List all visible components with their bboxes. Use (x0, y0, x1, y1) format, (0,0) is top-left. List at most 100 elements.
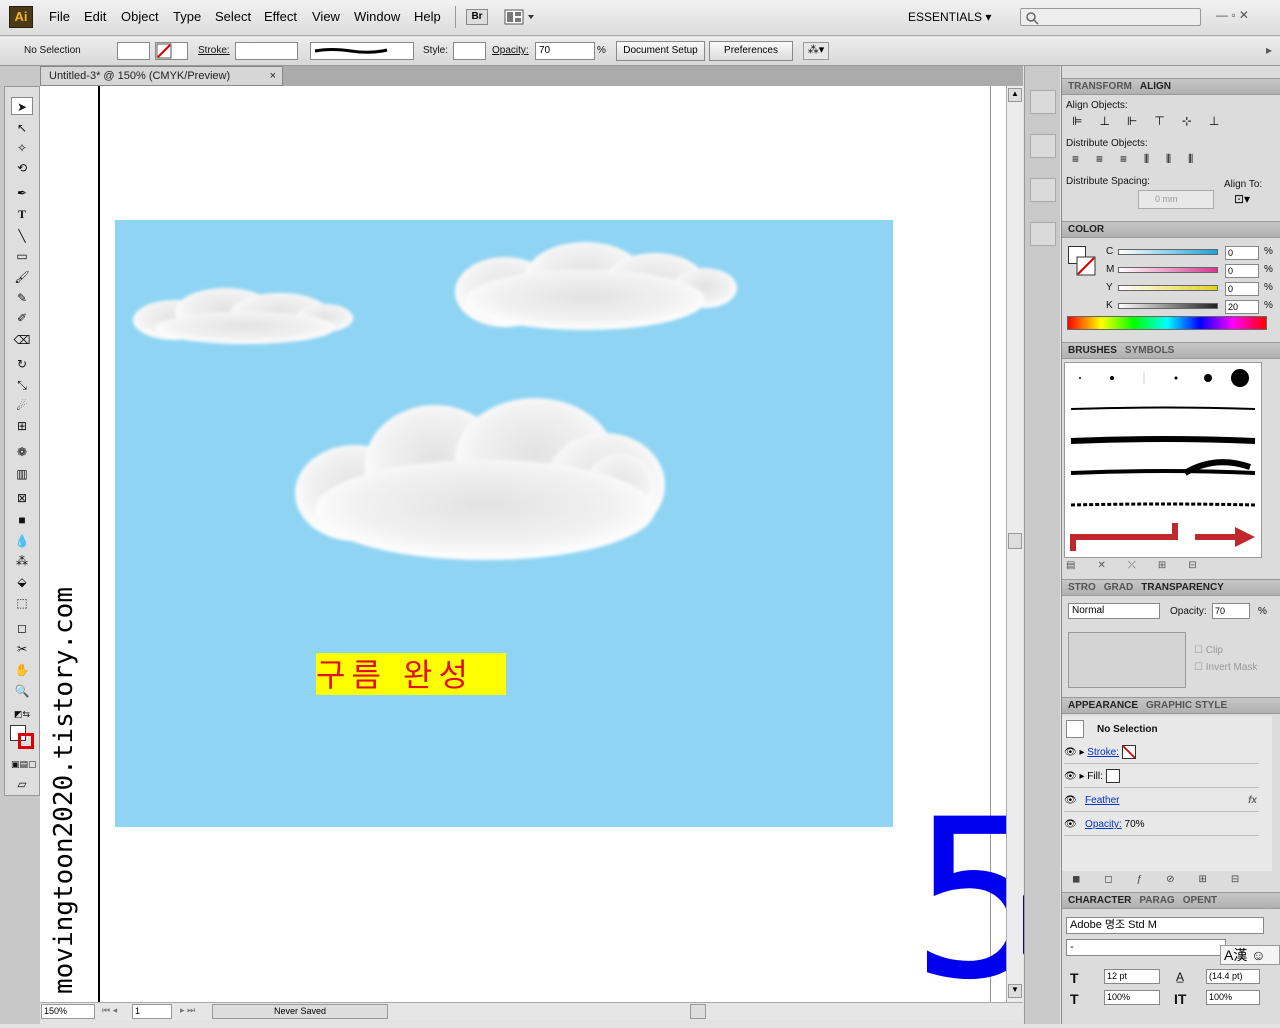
appearance-row-label[interactable]: Stroke: (1087, 747, 1119, 758)
menu-file[interactable]: File (49, 9, 70, 24)
tab-align[interactable]: ALIGN (1140, 79, 1171, 94)
direct-selection-tool-icon[interactable]: ↖ (11, 119, 33, 137)
cloud-complete-label[interactable]: 구름 완성 (316, 650, 506, 696)
layers-panel-icon[interactable] (1030, 222, 1056, 246)
appearance-panel-header[interactable]: APPEARANCE GRAPHIC STYLE (1062, 697, 1280, 714)
save-status[interactable]: Never Saved (212, 1004, 388, 1019)
symbol-sprayer-tool-icon[interactable]: ❁ (11, 443, 33, 461)
line-tool-icon[interactable]: ╲ (11, 227, 33, 245)
color-channel-k-field[interactable]: 20 (1225, 300, 1259, 314)
close-tab-icon[interactable]: × (270, 67, 276, 85)
spacing-field[interactable]: 0 mm (1138, 190, 1214, 209)
invert-mask-checkbox[interactable]: ☐ Invert Mask (1194, 662, 1257, 673)
pathfinder-panel-icon[interactable] (1030, 134, 1056, 158)
warp-tool-icon[interactable]: ☄ (11, 397, 33, 415)
menu-select[interactable]: Select (215, 9, 251, 24)
column-graph-tool-icon[interactable]: ▥ (11, 465, 33, 483)
next-artboard-icon[interactable]: ▸ ⏭ (180, 1005, 195, 1016)
tab-transform[interactable]: TRANSFORM (1068, 79, 1132, 94)
selection-tool-icon[interactable]: ➤ (11, 97, 33, 115)
first-artboard-icon[interactable]: ⏮ ◂ (102, 1005, 117, 1016)
brushes-panel-header[interactable]: BRUSHES SYMBOLS (1062, 342, 1280, 359)
tab-symbols[interactable]: SYMBOLS (1125, 343, 1174, 358)
appearance-row-fill[interactable]: 👁 ▸ Fill: (1064, 766, 1259, 788)
character-panel-header[interactable]: CHARACTER PARAG OPENT (1062, 892, 1280, 909)
fill-white-swatch[interactable] (1105, 769, 1120, 784)
menu-effect[interactable]: Effect (264, 9, 297, 24)
ime-indicator[interactable]: A漢 ☺ (1220, 945, 1280, 965)
vertical-scale-field[interactable]: 100% (1104, 990, 1160, 1005)
tab-appearance[interactable]: APPEARANCE (1068, 698, 1138, 713)
color-mode-icon[interactable]: ▣▤▢ (11, 755, 37, 773)
stroke-swatch[interactable] (155, 42, 188, 60)
tab-graphic-style[interactable]: GRAPHIC STYLE (1146, 698, 1227, 713)
tab-paragraph[interactable]: PARAG (1139, 893, 1174, 908)
appearance-row-feather[interactable]: 👁 Feather fx (1064, 790, 1259, 812)
stroke-weight-field[interactable] (235, 42, 298, 60)
horizontal-scale-field[interactable]: 100% (1206, 990, 1260, 1005)
bridge-button[interactable]: Br (466, 9, 488, 25)
font-family-dropdown[interactable]: Adobe 명조 Std M (1066, 917, 1264, 934)
color-channel-m-field[interactable]: 0 (1225, 264, 1259, 278)
opacity-label[interactable]: Opacity: (492, 45, 529, 56)
paintbrush-tool-icon[interactable]: 🖌 (11, 268, 33, 286)
eye-icon[interactable]: 👁 (1064, 795, 1077, 806)
control-panel-menu-icon[interactable]: ▸ (1266, 43, 1272, 57)
eye-icon[interactable]: 👁 (1064, 771, 1077, 782)
default-colors-icon[interactable]: ◩⇆ (11, 705, 33, 723)
blend-tool-icon[interactable]: ⁂ (11, 552, 33, 570)
brush-library-list[interactable] (1064, 362, 1262, 558)
color-channel-k-slider[interactable] (1118, 303, 1218, 309)
opacity-field[interactable]: 70 (535, 42, 595, 60)
slice-tool-icon[interactable]: ✂ (11, 640, 33, 658)
menu-edit[interactable]: Edit (84, 9, 106, 24)
menu-help[interactable]: Help (414, 9, 441, 24)
rotate-tool-icon[interactable]: ↻ (11, 355, 33, 373)
color-channel-y-field[interactable]: 0 (1225, 282, 1259, 296)
distribute-objects-buttons[interactable]: ≡≡≡⫴⫴⫴ (1072, 152, 1262, 166)
hand-tool-icon[interactable]: ✋ (11, 661, 33, 679)
tab-color[interactable]: COLOR (1068, 222, 1104, 237)
zoom-tool-icon[interactable]: 🔍 (11, 682, 33, 700)
document-setup-button[interactable]: Document Setup (616, 41, 705, 61)
document-tab[interactable]: Untitled-3* @ 150% (CMYK/Preview) × (40, 66, 283, 86)
tab-transparency[interactable]: TRANSPARENCY (1141, 580, 1224, 595)
blob-brush-tool-icon[interactable]: ✐ (11, 309, 33, 327)
search-input[interactable] (1020, 8, 1201, 26)
menu-window[interactable]: Window (354, 9, 400, 24)
color-channel-c-slider[interactable] (1118, 249, 1218, 255)
eye-icon[interactable]: 👁 (1064, 819, 1077, 830)
workspace-switcher[interactable]: ESSENTIALS ▾ (908, 10, 991, 24)
menu-view[interactable]: View (312, 9, 340, 24)
scale-tool-icon[interactable]: ⤡ (11, 376, 33, 394)
tab-character[interactable]: CHARACTER (1068, 893, 1131, 908)
artboard-tool-icon[interactable]: ◻ (11, 619, 33, 637)
type-tool-icon[interactable]: T (11, 205, 33, 223)
color-channel-m-slider[interactable] (1118, 267, 1218, 273)
leading-field[interactable]: (14.4 pt) (1206, 969, 1260, 984)
magic-wand-tool-icon[interactable]: ✧ (11, 139, 33, 157)
appearance-footer-icons[interactable]: ◼◻ƒ⊘⊞⊟ (1072, 874, 1272, 885)
eraser-tool-icon[interactable]: ⌫ (11, 331, 33, 349)
vertical-scrollbar[interactable]: ▲ ▼ (1006, 86, 1023, 1002)
scroll-down-icon[interactable]: ▼ (1008, 984, 1022, 998)
pen-tool-icon[interactable]: ✒ (11, 184, 33, 202)
tab-opentype[interactable]: OPENT (1183, 893, 1217, 908)
scroll-up-icon[interactable]: ▲ (1008, 88, 1022, 102)
fx-icon[interactable]: fx (1248, 790, 1257, 812)
artboard-number-field[interactable]: 1 (132, 1004, 172, 1019)
lasso-tool-icon[interactable]: ⟲ (11, 159, 33, 177)
gradient-tool-icon[interactable]: ■ (11, 511, 33, 529)
swatches-panel-icon[interactable] (1030, 90, 1056, 114)
live-paint-selection-tool-icon[interactable]: ⬚ (11, 594, 33, 612)
color-channel-y-slider[interactable] (1118, 285, 1218, 291)
tab-gradient[interactable]: GRAD (1104, 580, 1133, 595)
horizontal-scroll-thumb[interactable] (690, 1004, 706, 1019)
transparency-panel-header[interactable]: STRO GRAD TRANSPARENCY (1062, 579, 1280, 596)
brush-panel-footer-icons[interactable]: ▤✕⤫⊞⊟ (1066, 560, 1266, 571)
opacity-mask-thumbnail[interactable] (1068, 632, 1186, 688)
pencil-tool-icon[interactable]: ✎ (11, 289, 33, 307)
clouds-artwork[interactable] (115, 220, 893, 827)
eye-icon[interactable]: 👁 (1064, 747, 1077, 758)
window-controls[interactable]: — ▫ ✕ (1216, 8, 1249, 22)
